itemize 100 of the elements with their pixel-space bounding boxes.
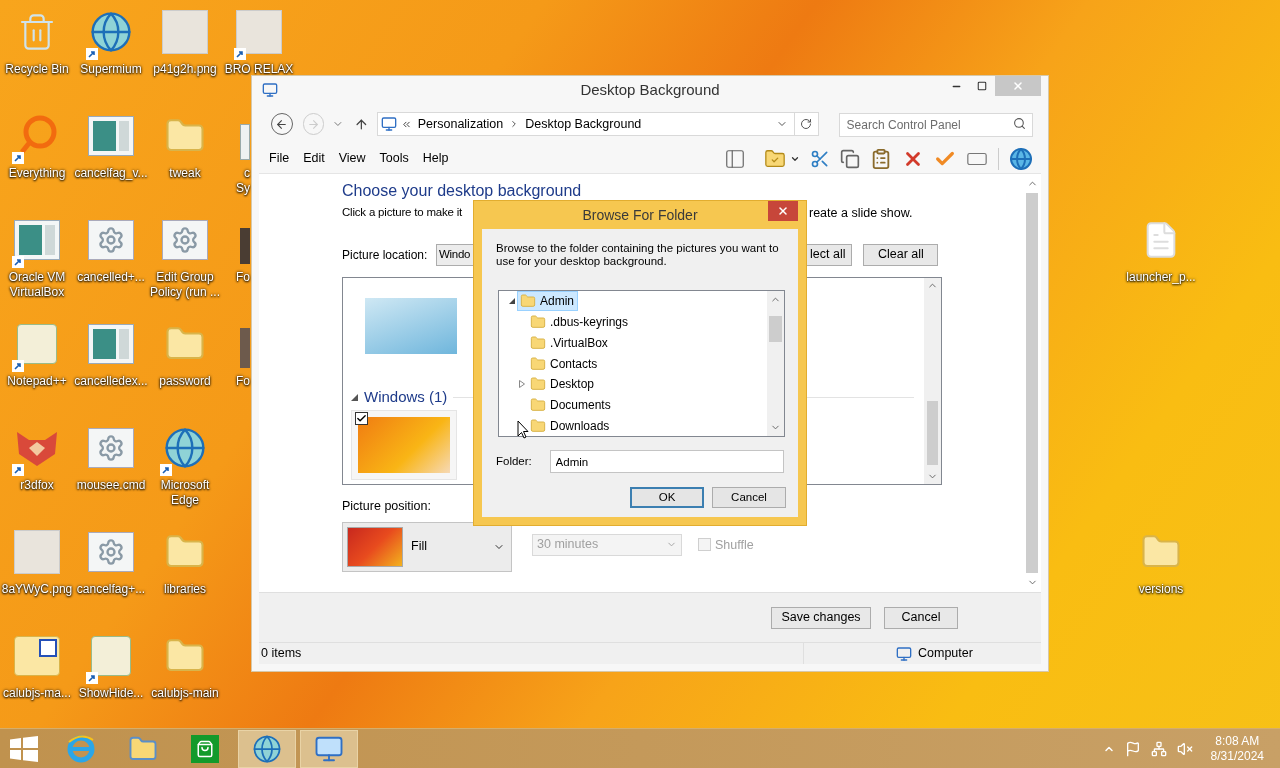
desktop-icon-label[interactable]: versions (1123, 582, 1199, 597)
menu-item[interactable]: Edit (296, 149, 332, 168)
description-text: Click a picture to make it (342, 205, 463, 220)
globe-icon[interactable] (252, 733, 282, 764)
menu-item[interactable]: Help (415, 149, 456, 168)
desktop-icon-label[interactable]: password (147, 374, 223, 389)
scrollbar-thumb[interactable] (769, 316, 782, 342)
scissors-icon[interactable] (810, 148, 830, 169)
desktop-icon-label[interactable]: r3dfox (0, 478, 75, 493)
desktop-icon-label[interactable]: cancelfag_v... (73, 166, 149, 181)
desktop-icon-label[interactable]: calubjs-main (147, 686, 223, 701)
desktop-icon-label[interactable]: launcher_p... (1123, 270, 1199, 285)
tree-item[interactable]: Downloads (527, 415, 614, 436)
desktop-icon-label[interactable]: Everything (0, 166, 75, 181)
desktop-icon-label[interactable]: libraries (147, 582, 223, 597)
dialog-description: Browse to the folder containing the pictures you want to use for your desktop background. (496, 242, 780, 268)
folder-icon (530, 376, 546, 393)
desktop-icon-label[interactable]: Microsoft Edge (147, 478, 223, 508)
monitor-icon (380, 116, 397, 132)
scrollbar-thumb[interactable] (1026, 193, 1038, 573)
menu-item[interactable]: File (262, 149, 297, 168)
field-label: Picture location: (342, 246, 429, 264)
gear-document-icon (88, 532, 134, 572)
tree-item[interactable]: Documents (527, 394, 615, 415)
folder-icon (530, 314, 546, 331)
desktop-icon-label[interactable]: cancelled+... (73, 270, 149, 285)
photo-placeholder (14, 530, 60, 574)
desktop-icon-label[interactable]: 8aYWyC.png (0, 582, 75, 597)
photo-placeholder (347, 526, 403, 567)
vertical-scrollbar[interactable] (924, 277, 941, 484)
tree-item[interactable]: Desktop (527, 374, 599, 395)
folder-input[interactable]: Admin (549, 450, 784, 473)
desktop-icon-label[interactable]: Fo (236, 374, 250, 389)
globe-icon (163, 426, 207, 470)
globe-icon[interactable] (1009, 146, 1033, 171)
tree-item[interactable]: .dbus-keyrings (527, 312, 633, 333)
location-dropdown[interactable]: Windo (436, 243, 473, 266)
desktop-icon-label[interactable]: Recycle Bin (0, 62, 75, 77)
address-bar[interactable]: Personalization Desktop Background (376, 112, 819, 136)
desktop-icon-label[interactable]: Fo (236, 270, 250, 285)
cancel-button[interactable]: Cancel (884, 606, 958, 629)
close-button[interactable] (768, 201, 798, 221)
vertical-scrollbar[interactable] (767, 291, 784, 436)
taskbar-button[interactable] (300, 729, 358, 768)
folder-check-icon[interactable] (764, 147, 786, 170)
tree-item[interactable]: .VirtualBox (527, 332, 612, 353)
breadcrumb-item[interactable]: Desktop Background (525, 114, 642, 134)
desktop-icon-label[interactable]: Supermium (73, 62, 149, 77)
desktop-icon-label[interactable]: tweak (147, 166, 223, 181)
folder-icon (530, 417, 546, 434)
copy-icon[interactable] (840, 148, 860, 169)
dialog-button[interactable]: Cancel (712, 487, 786, 508)
field-label: Picture position: (342, 497, 431, 515)
scrollbar-thumb[interactable] (927, 400, 938, 465)
store-icon[interactable] (191, 734, 219, 763)
status-text: Computer (918, 645, 973, 663)
gear-document-icon (162, 220, 208, 260)
folder-icon (530, 396, 546, 413)
expanded-triangle-icon[interactable] (509, 298, 515, 305)
clock[interactable]: 8:08 AM 8/31/2024 (1210, 733, 1264, 764)
desktop-icon-label[interactable]: Edit Group Policy (run ... (147, 270, 223, 300)
close-icon (1012, 80, 1024, 92)
desktop-icon-label[interactable]: calubjs-ma... (0, 686, 75, 701)
desktop-icon-label[interactable]: mousee.cmd (73, 478, 149, 493)
group-header[interactable]: Windows (1) (364, 385, 448, 409)
photo-placeholder[interactable] (365, 297, 457, 354)
checkbox[interactable] (355, 412, 368, 426)
desktop-icon-label[interactable]: BRO RELAX (221, 62, 297, 77)
desktop-icon-label[interactable]: cancelledex... (73, 374, 149, 389)
refresh-icon[interactable] (800, 118, 813, 130)
expanded-triangle-icon[interactable] (351, 393, 358, 401)
select-all-button[interactable]: lect all (807, 243, 853, 266)
breadcrumb-item[interactable]: Personalization (417, 114, 504, 134)
browser-icon[interactable] (66, 733, 96, 764)
network-icon[interactable] (1150, 740, 1167, 757)
menu-item[interactable]: Tools (372, 149, 416, 168)
desktop-icon-label[interactable]: Notepad++ (0, 374, 75, 389)
maximize-icon (977, 81, 987, 91)
desktop-icon-label[interactable]: p41g2h.png (147, 62, 223, 77)
taskbar-button[interactable] (238, 729, 296, 768)
monitor-icon (262, 82, 278, 98)
search-field[interactable]: Search Control Panel (838, 113, 1033, 137)
clipboard-icon[interactable] (870, 147, 892, 170)
panel-layout-icon[interactable] (724, 147, 746, 170)
desktop-icon-label[interactable]: ShowHide... (73, 686, 149, 701)
page-heading: Choose your desktop background (342, 181, 582, 200)
speaker-muted-icon[interactable] (1176, 740, 1193, 757)
clear-all-button[interactable]: Clear all (863, 243, 939, 266)
tree-item[interactable]: Contacts (527, 353, 602, 374)
status-text: 0 items (260, 645, 303, 663)
menu-item[interactable]: View (331, 149, 373, 168)
desktop-icon-label[interactable]: cancelfag+... (73, 582, 149, 597)
desktop-icon-label[interactable]: c Sy (236, 166, 250, 196)
collapsed-triangle-icon[interactable] (519, 380, 525, 389)
save-changes-button[interactable]: Save changes (771, 606, 871, 629)
tree-item[interactable]: Admin (517, 291, 578, 312)
position-dropdown[interactable]: Fill (342, 521, 512, 572)
dialog-button[interactable]: OK (630, 487, 704, 508)
flag-icon[interactable] (1124, 740, 1141, 757)
desktop-icon-label[interactable]: Oracle VM VirtualBox (0, 270, 75, 300)
